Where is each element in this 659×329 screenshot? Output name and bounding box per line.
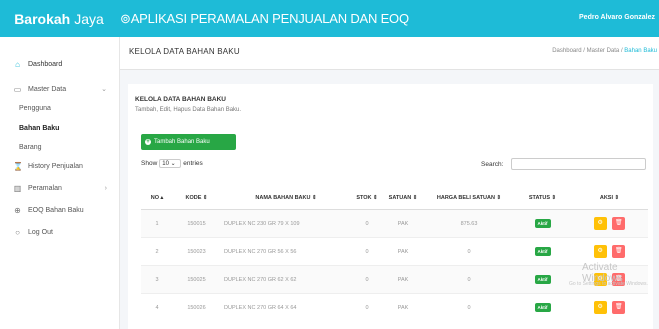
- col-harga[interactable]: HARGA BELI SATUAN ⇕: [424, 187, 514, 210]
- breadcrumb: Dashboard / Master Data / Bahan Baku: [552, 48, 657, 54]
- add-bahan-baku-button[interactable]: + Tambah Bahan Baku: [141, 134, 236, 150]
- globe-icon: ⊕: [14, 205, 21, 215]
- brand-logo[interactable]: Barokah Jaya: [0, 0, 118, 37]
- sidebar-item-bahan-baku[interactable]: Bahan Baku: [0, 120, 138, 136]
- brand-name-light: Jaya: [74, 10, 104, 27]
- sidebar-item-peramalan[interactable]: ▥ Peramalan ›: [0, 180, 119, 196]
- user-name[interactable]: Pedro Alvaro Gonzalez: [579, 14, 655, 21]
- col-stok[interactable]: STOK ⇕: [352, 187, 382, 210]
- breadcrumb-bahan-baku: Bahan Baku: [624, 48, 657, 54]
- search-input[interactable]: [511, 158, 646, 170]
- activate-windows-hint: Go to Settings to activate Windows.: [569, 281, 648, 287]
- page-length-select[interactable]: 10 ⌄: [159, 159, 182, 168]
- edit-button[interactable]: ⚙: [593, 217, 607, 230]
- edit-icon: ⚙: [597, 304, 603, 310]
- sidebar-item-pengguna[interactable]: Pengguna: [0, 100, 138, 116]
- breadcrumb-dashboard[interactable]: Dashboard: [552, 48, 581, 54]
- table-row: 2 150023 DUPLEX NC 270 GR 56 X 56 0 PAK …: [141, 237, 648, 266]
- sidebar-item-barang[interactable]: Barang: [0, 139, 138, 155]
- brand-name-bold: Barokah: [14, 10, 71, 27]
- search-label: Search:: [481, 161, 504, 168]
- hourglass-icon: ⌛: [13, 161, 23, 171]
- folder-icon: ▭: [13, 84, 22, 94]
- sidebar-item-eoq-bahan-baku[interactable]: ⊕ EOQ Bahan Baku: [0, 202, 119, 218]
- content-header: KELOLA DATA BAHAN BAKU Dashboard / Maste…: [120, 37, 659, 70]
- page-length-control: Show 10 ⌄ entries: [141, 159, 203, 168]
- sidebar-item-dashboard[interactable]: ⌂ Dashboard: [0, 56, 119, 72]
- trash-icon: 🗑: [614, 220, 623, 226]
- delete-button[interactable]: 🗑: [612, 301, 626, 314]
- edit-icon: ⚙: [597, 220, 603, 226]
- status-badge: Aktif: [534, 303, 551, 312]
- app-title-icon: ⊚: [120, 11, 131, 26]
- table-header-row: NO ▴ KODE ⇕ NAMA BAHAN BAKU ⇕ STOK ⇕ SAT…: [141, 187, 648, 210]
- edit-button[interactable]: ⚙: [593, 245, 607, 258]
- table-row: 4 150026 DUPLEX NC 270 GR 64 X 64 0 PAK …: [141, 293, 648, 321]
- edit-icon: ⚙: [597, 248, 603, 254]
- status-badge: Aktif: [534, 247, 551, 256]
- col-kode[interactable]: KODE ⇕: [173, 187, 220, 210]
- trash-icon: 🗑: [614, 248, 623, 254]
- col-nama[interactable]: NAMA BAHAN BAKU ⇕: [220, 187, 352, 210]
- edit-button[interactable]: ⚙: [593, 301, 607, 314]
- plus-icon: +: [145, 139, 151, 145]
- table-row: 3 150025 DUPLEX NC 270 GR 62 X 62 0 PAK …: [141, 265, 648, 294]
- card-title: KELOLA DATA BAHAN BAKU: [135, 96, 226, 103]
- delete-button[interactable]: 🗑: [612, 245, 626, 258]
- sidebar-item-master-data[interactable]: ▭ Master Data ⌄: [0, 81, 119, 97]
- col-status[interactable]: STATUS ⇕: [514, 187, 571, 210]
- col-no[interactable]: NO ▴: [141, 187, 173, 210]
- power-icon: ○: [15, 227, 20, 237]
- breadcrumb-master-data[interactable]: Master Data: [587, 48, 620, 54]
- card-subtitle: Tambah, Edit, Hapus Data Bahan Baku.: [135, 107, 242, 113]
- status-badge: Aktif: [534, 219, 551, 228]
- sidebar-item-history-penjualan[interactable]: ⌛ History Penjualan: [0, 158, 119, 174]
- col-aksi[interactable]: AKSI ⇕: [571, 187, 648, 210]
- chevron-right-icon: ›: [104, 184, 107, 192]
- col-satuan[interactable]: SATUAN ⇕: [382, 187, 424, 210]
- top-bar: Barokah Jaya ⊚APLIKASI PERAMALAN PENJUAL…: [0, 0, 659, 37]
- chevron-down-icon: ⌄: [101, 86, 107, 93]
- page-title: KELOLA DATA BAHAN BAKU: [129, 47, 240, 56]
- app-title: ⊚APLIKASI PERAMALAN PENJUALAN DAN EOQ: [120, 11, 409, 26]
- bahan-baku-table: NO ▴ KODE ⇕ NAMA BAHAN BAKU ⇕ STOK ⇕ SAT…: [141, 187, 648, 321]
- home-icon: ⌂: [15, 59, 20, 69]
- bar-chart-icon: ▥: [13, 183, 22, 193]
- sidebar: ⌂ Dashboard ▭ Master Data ⌄ Pengguna Bah…: [0, 37, 120, 329]
- sidebar-item-log-out[interactable]: ○ Log Out: [0, 224, 119, 240]
- status-badge: Aktif: [534, 275, 551, 284]
- table-row: 1 150015 DUPLEX NC 230 GR 79 X 109 0 PAK…: [141, 209, 648, 238]
- delete-button[interactable]: 🗑: [612, 217, 626, 230]
- trash-icon: 🗑: [614, 304, 623, 310]
- content-card: KELOLA DATA BAHAN BAKU Tambah, Edit, Hap…: [128, 84, 653, 329]
